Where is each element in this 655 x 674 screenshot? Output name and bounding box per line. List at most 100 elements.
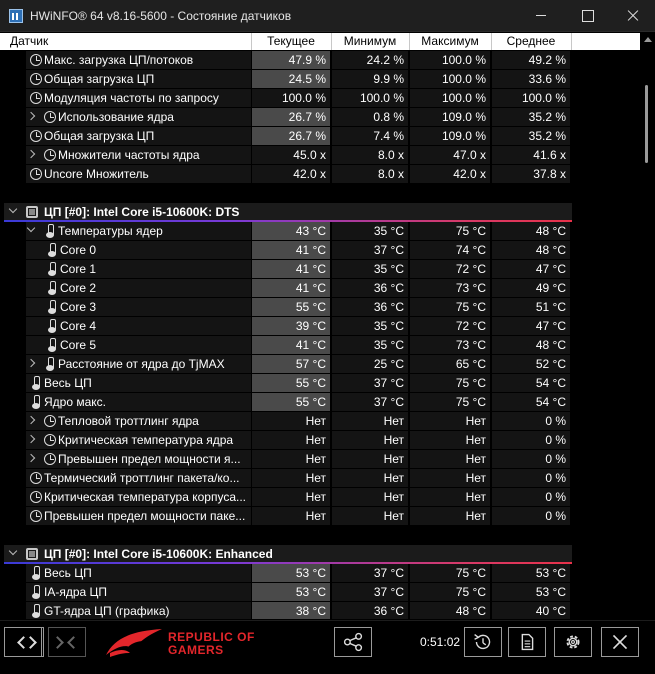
sensor-row[interactable]: Core 4 39 °C 35 °C 72 °C 47 °C bbox=[0, 317, 640, 336]
value-avg: 0 % bbox=[545, 433, 566, 447]
value-min: 36 °C bbox=[373, 281, 404, 295]
sensor-grid[interactable]: Макс. загрузка ЦП/потоков 47.9 % 24.2 % 100… bbox=[0, 51, 640, 619]
sensor-row[interactable]: Модуляция частоты по запросу 100.0 % 100.0… bbox=[0, 89, 640, 108]
sensor-row[interactable]: Core 3 55 °C 36 °C 75 °C 51 °C bbox=[0, 298, 640, 317]
blank-row bbox=[0, 526, 640, 545]
sensor-row[interactable]: Термический троттлинг пакета/ко... Нет Нет… bbox=[0, 469, 640, 488]
value-min: Нет bbox=[383, 471, 404, 485]
sensor-row[interactable]: Использование ядра 26.7 % 0.8 % 109.0 % 35.2… bbox=[0, 108, 640, 127]
sensor-row[interactable]: Тепловой троттлинг ядра Нет Нет Нет 0 % bbox=[0, 412, 640, 431]
value-max: Нет bbox=[465, 490, 486, 504]
column-current[interactable]: Текущее bbox=[252, 33, 330, 50]
sensor-row[interactable]: Превышен предел мощности я... Нет Нет Нет 0 … bbox=[0, 450, 640, 469]
value-avg: 47 °C bbox=[535, 262, 566, 276]
value-max: 100.0 % bbox=[441, 91, 486, 105]
sensor-label: Общая загрузка ЦП bbox=[44, 72, 155, 86]
sensor-row[interactable]: Температуры ядер 43 °C 35 °C 75 °C 48 °C bbox=[0, 222, 640, 241]
collapse-expand-button[interactable] bbox=[48, 627, 86, 657]
sensor-row[interactable]: Core 2 41 °C 36 °C 73 °C 49 °C bbox=[0, 279, 640, 298]
sensor-row[interactable]: Ядро макс. 55 °C 37 °C 75 °C 54 °C bbox=[0, 393, 640, 412]
scroll-up-arrow-icon[interactable] bbox=[644, 37, 652, 42]
column-max[interactable]: Максимум bbox=[410, 33, 490, 50]
clock-icon bbox=[44, 111, 56, 123]
column-min[interactable]: Минимум bbox=[332, 33, 408, 50]
settings-button[interactable] bbox=[554, 627, 592, 657]
sensor-row[interactable]: Расстояние от ядра до TjMAX 57 °C 25 °C 65 … bbox=[0, 355, 640, 374]
value-cur: 26.7 % bbox=[288, 110, 326, 124]
value-cur: 47.9 % bbox=[288, 53, 326, 67]
sensor-row[interactable]: Множители частоты ядра 45.0 x 8.0 x 47.0 x 4… bbox=[0, 146, 640, 165]
hwinfo-app-icon bbox=[9, 9, 23, 23]
value-cur: 38 °C bbox=[295, 604, 326, 618]
sensor-row[interactable]: Core 0 41 °C 37 °C 74 °C 48 °C bbox=[0, 241, 640, 260]
value-min: 35 °C bbox=[373, 262, 404, 276]
sensor-label: Использование ядра bbox=[58, 110, 174, 124]
sensor-label: Core 3 bbox=[60, 300, 97, 314]
sensor-row[interactable]: Весь ЦП 55 °C 37 °C 75 °C 54 °C bbox=[0, 374, 640, 393]
sensor-row[interactable]: Core 1 41 °C 35 °C 72 °C 47 °C bbox=[0, 260, 640, 279]
value-max: 73 °C bbox=[455, 281, 486, 295]
scroll-thumb[interactable] bbox=[645, 85, 648, 163]
sensor-group-row[interactable]: ЦП [#0]: Intel Core i5-10600K: Enhanced bbox=[0, 545, 640, 564]
value-cur: 53 °C bbox=[295, 566, 326, 580]
clock-icon bbox=[30, 510, 42, 522]
chevron-right-icon bbox=[24, 636, 37, 649]
sensor-row[interactable]: Uncore Множитель 42.0 x 8.0 x 42.0 x 37.8 x bbox=[0, 165, 640, 184]
next-button[interactable] bbox=[20, 627, 44, 657]
value-min: Нет bbox=[383, 490, 404, 504]
value-min: 0.8 % bbox=[373, 110, 404, 124]
sensor-label: Превышен предел мощности паке... bbox=[44, 509, 246, 523]
value-avg: 51 °C bbox=[535, 300, 566, 314]
sensor-row[interactable]: Весь ЦП 53 °C 37 °C 75 °C 53 °C bbox=[0, 564, 640, 583]
sensor-row[interactable]: Общая загрузка ЦП 24.5 % 9.9 % 100.0 % 33.6 … bbox=[0, 70, 640, 89]
sensor-row[interactable]: Критическая температура ядра Нет Нет Нет 0 % bbox=[0, 431, 640, 450]
vertical-scrollbar[interactable] bbox=[641, 33, 655, 619]
report-button[interactable] bbox=[508, 627, 546, 657]
sensor-row[interactable]: GT-ядра ЦП (графика) 38 °C 36 °C 48 °C 40 °C bbox=[0, 602, 640, 619]
value-cur: 57 °C bbox=[295, 357, 326, 371]
sensor-row[interactable]: IA-ядра ЦП 53 °C 37 °C 75 °C 53 °C bbox=[0, 583, 640, 602]
sensor-label: Термический троттлинг пакета/ко... bbox=[44, 471, 240, 485]
value-cur: 43 °C bbox=[295, 224, 326, 238]
value-min: 37 °C bbox=[373, 395, 404, 409]
value-cur: Нет bbox=[305, 509, 326, 523]
sensor-label: Core 2 bbox=[60, 281, 97, 295]
sensor-label: Core 1 bbox=[60, 262, 97, 276]
network-button[interactable] bbox=[334, 627, 372, 657]
value-max: 100.0 % bbox=[441, 72, 486, 86]
value-avg: 53 °C bbox=[535, 585, 566, 599]
value-max: Нет bbox=[465, 509, 486, 523]
value-cur: 39 °C bbox=[295, 319, 326, 333]
sensor-row[interactable]: Core 5 41 °C 35 °C 73 °C 48 °C bbox=[0, 336, 640, 355]
network-share-icon bbox=[343, 632, 363, 652]
sensor-row[interactable]: Общая загрузка ЦП 26.7 % 7.4 % 109.0 % 35.2 … bbox=[0, 127, 640, 146]
value-max: Нет bbox=[465, 471, 486, 485]
value-min: Нет bbox=[383, 452, 404, 466]
close-window-button[interactable] bbox=[610, 0, 655, 32]
sensor-label: Критическая температура ядра bbox=[58, 433, 234, 447]
sensor-row[interactable]: Макс. загрузка ЦП/потоков 47.9 % 24.2 % 100… bbox=[0, 51, 640, 70]
value-min: 37 °C bbox=[373, 566, 404, 580]
value-cur: Нет bbox=[305, 414, 326, 428]
report-document-icon bbox=[521, 633, 534, 651]
thermometer-icon bbox=[30, 376, 42, 390]
sensor-label: Температуры ядер bbox=[58, 224, 163, 238]
value-max: 72 °C bbox=[455, 319, 486, 333]
value-max: Нет bbox=[465, 433, 486, 447]
value-avg: 49.2 % bbox=[528, 53, 566, 67]
sensor-group-row[interactable]: ЦП [#0]: Intel Core i5-10600K: DTS bbox=[0, 203, 640, 222]
reset-timer-button[interactable] bbox=[464, 627, 502, 657]
value-min: 100.0 % bbox=[359, 91, 404, 105]
value-min: 36 °C bbox=[373, 604, 404, 618]
sensor-row[interactable]: Критическая температура корпуса... Нет Нет… bbox=[0, 488, 640, 507]
minimize-button[interactable] bbox=[518, 0, 564, 32]
column-avg[interactable]: Среднее bbox=[492, 33, 570, 50]
value-avg: 0 % bbox=[545, 452, 566, 466]
sensor-row[interactable]: Превышен предел мощности паке... Нет Нет Не… bbox=[0, 507, 640, 526]
close-sensors-button[interactable] bbox=[601, 627, 639, 657]
value-cur: 55 °C bbox=[295, 376, 326, 390]
maximize-button[interactable] bbox=[564, 0, 610, 32]
column-sensor[interactable]: Датчик bbox=[10, 33, 250, 50]
sensor-label: IA-ядра ЦП bbox=[44, 585, 108, 599]
value-avg: 0 % bbox=[545, 490, 566, 504]
